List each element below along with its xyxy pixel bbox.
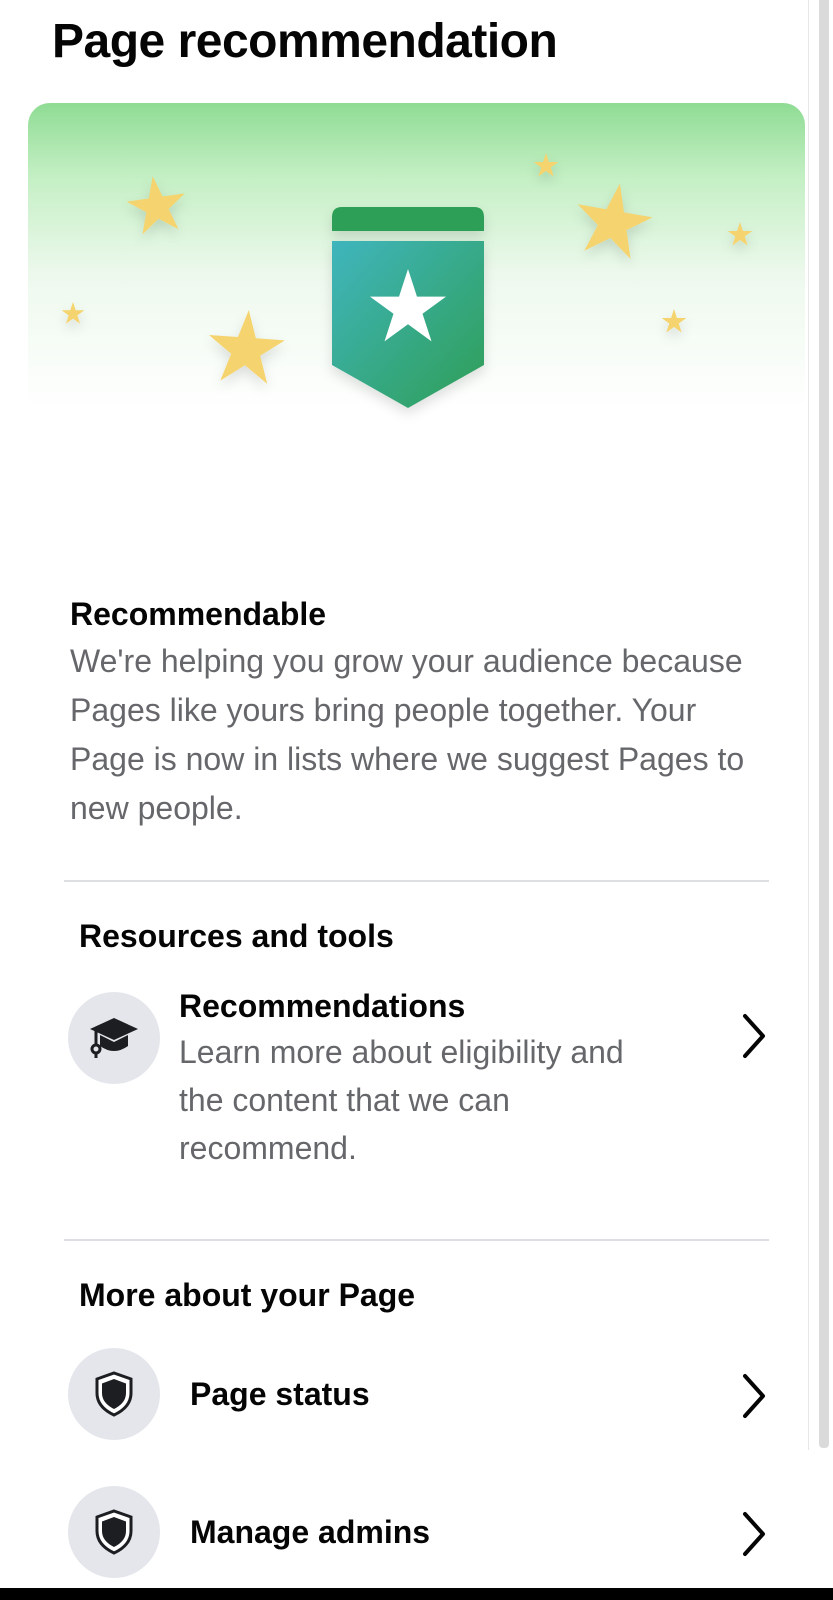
page-title: Page recommendation: [52, 15, 558, 68]
shield-icon: [95, 1509, 133, 1555]
status-title: Recommendable: [70, 596, 327, 632]
shield-icon: [95, 1371, 133, 1417]
recommendation-status: Recommendable We're helping you grow you…: [70, 592, 750, 833]
recommendations-description: Learn more about eligibility and the con…: [179, 1034, 624, 1166]
resources-heading: Resources and tools: [79, 918, 394, 954]
star-badge-icon: [332, 207, 484, 408]
manage-admins-icon-circle: [68, 1486, 160, 1578]
manage-admins-row[interactable]: Manage admins: [68, 1486, 773, 1582]
star-icon: [727, 222, 753, 246]
chevron-right-icon: [743, 1512, 765, 1556]
recommendations-row[interactable]: Recommendations Learn more about eligibi…: [68, 984, 773, 1184]
star-icon: [533, 153, 559, 177]
scrollbar-track[interactable]: [808, 0, 833, 1450]
star-icon: [569, 177, 658, 262]
star-icon: [661, 309, 687, 333]
chevron-right-icon: [743, 1374, 765, 1418]
recommendation-banner: [28, 103, 805, 438]
manage-admins-title: Manage admins: [190, 1514, 431, 1550]
bottom-edge: [0, 1588, 833, 1600]
page-status-title: Page status: [190, 1376, 370, 1412]
recommendations-icon-circle: [68, 992, 160, 1084]
scrollbar-thumb[interactable]: [819, 0, 829, 1448]
chevron-right-icon: [743, 1014, 765, 1058]
divider: [64, 880, 769, 882]
more-heading: More about your Page: [79, 1277, 416, 1313]
recommendations-title: Recommendations: [179, 988, 466, 1024]
page-status-row[interactable]: Page status: [68, 1348, 773, 1444]
star-icon: [61, 302, 85, 324]
page-status-icon-circle: [68, 1348, 160, 1440]
graduation-cap-icon: [90, 1018, 138, 1058]
star-icon: [205, 307, 287, 385]
divider: [64, 1239, 769, 1241]
status-description: We're helping you grow your audience bec…: [70, 643, 745, 826]
star-icon: [123, 172, 190, 236]
